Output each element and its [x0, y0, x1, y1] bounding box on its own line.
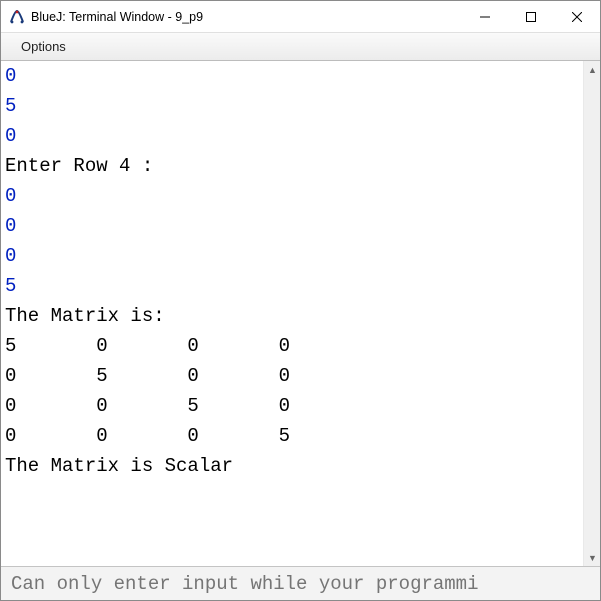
terminal-output: 0 5 0 Enter Row 4 : 0 0 0 5 The Matrix i… — [1, 61, 583, 566]
titlebar: BlueJ: Terminal Window - 9_p9 — [1, 1, 600, 33]
menu-options[interactable]: Options — [15, 36, 72, 57]
content-wrap: 0 5 0 Enter Row 4 : 0 0 0 5 The Matrix i… — [1, 61, 600, 566]
terminal-input-line: 5 — [5, 275, 16, 297]
terminal-input-line: 0 — [5, 185, 16, 207]
terminal-input-line: 0 — [5, 125, 16, 147]
minimize-button[interactable] — [462, 1, 508, 33]
maximize-button[interactable] — [508, 1, 554, 33]
terminal-input-line: 0 — [5, 215, 16, 237]
scroll-down-icon[interactable]: ▼ — [584, 549, 601, 566]
input-bar — [1, 566, 600, 600]
terminal-input-line: 0 — [5, 65, 16, 87]
menubar: Options — [1, 33, 600, 61]
window-title: BlueJ: Terminal Window - 9_p9 — [31, 10, 203, 24]
bluej-terminal-window: BlueJ: Terminal Window - 9_p9 Options 0 … — [0, 0, 601, 601]
terminal-input-line: 0 — [5, 245, 16, 267]
terminal-input-line: 5 — [5, 95, 16, 117]
close-button[interactable] — [554, 1, 600, 33]
scroll-up-icon[interactable]: ▲ — [584, 61, 601, 78]
terminal-input — [9, 572, 592, 596]
bluej-icon — [9, 9, 25, 25]
scrollbar-vertical[interactable]: ▲ ▼ — [583, 61, 600, 566]
